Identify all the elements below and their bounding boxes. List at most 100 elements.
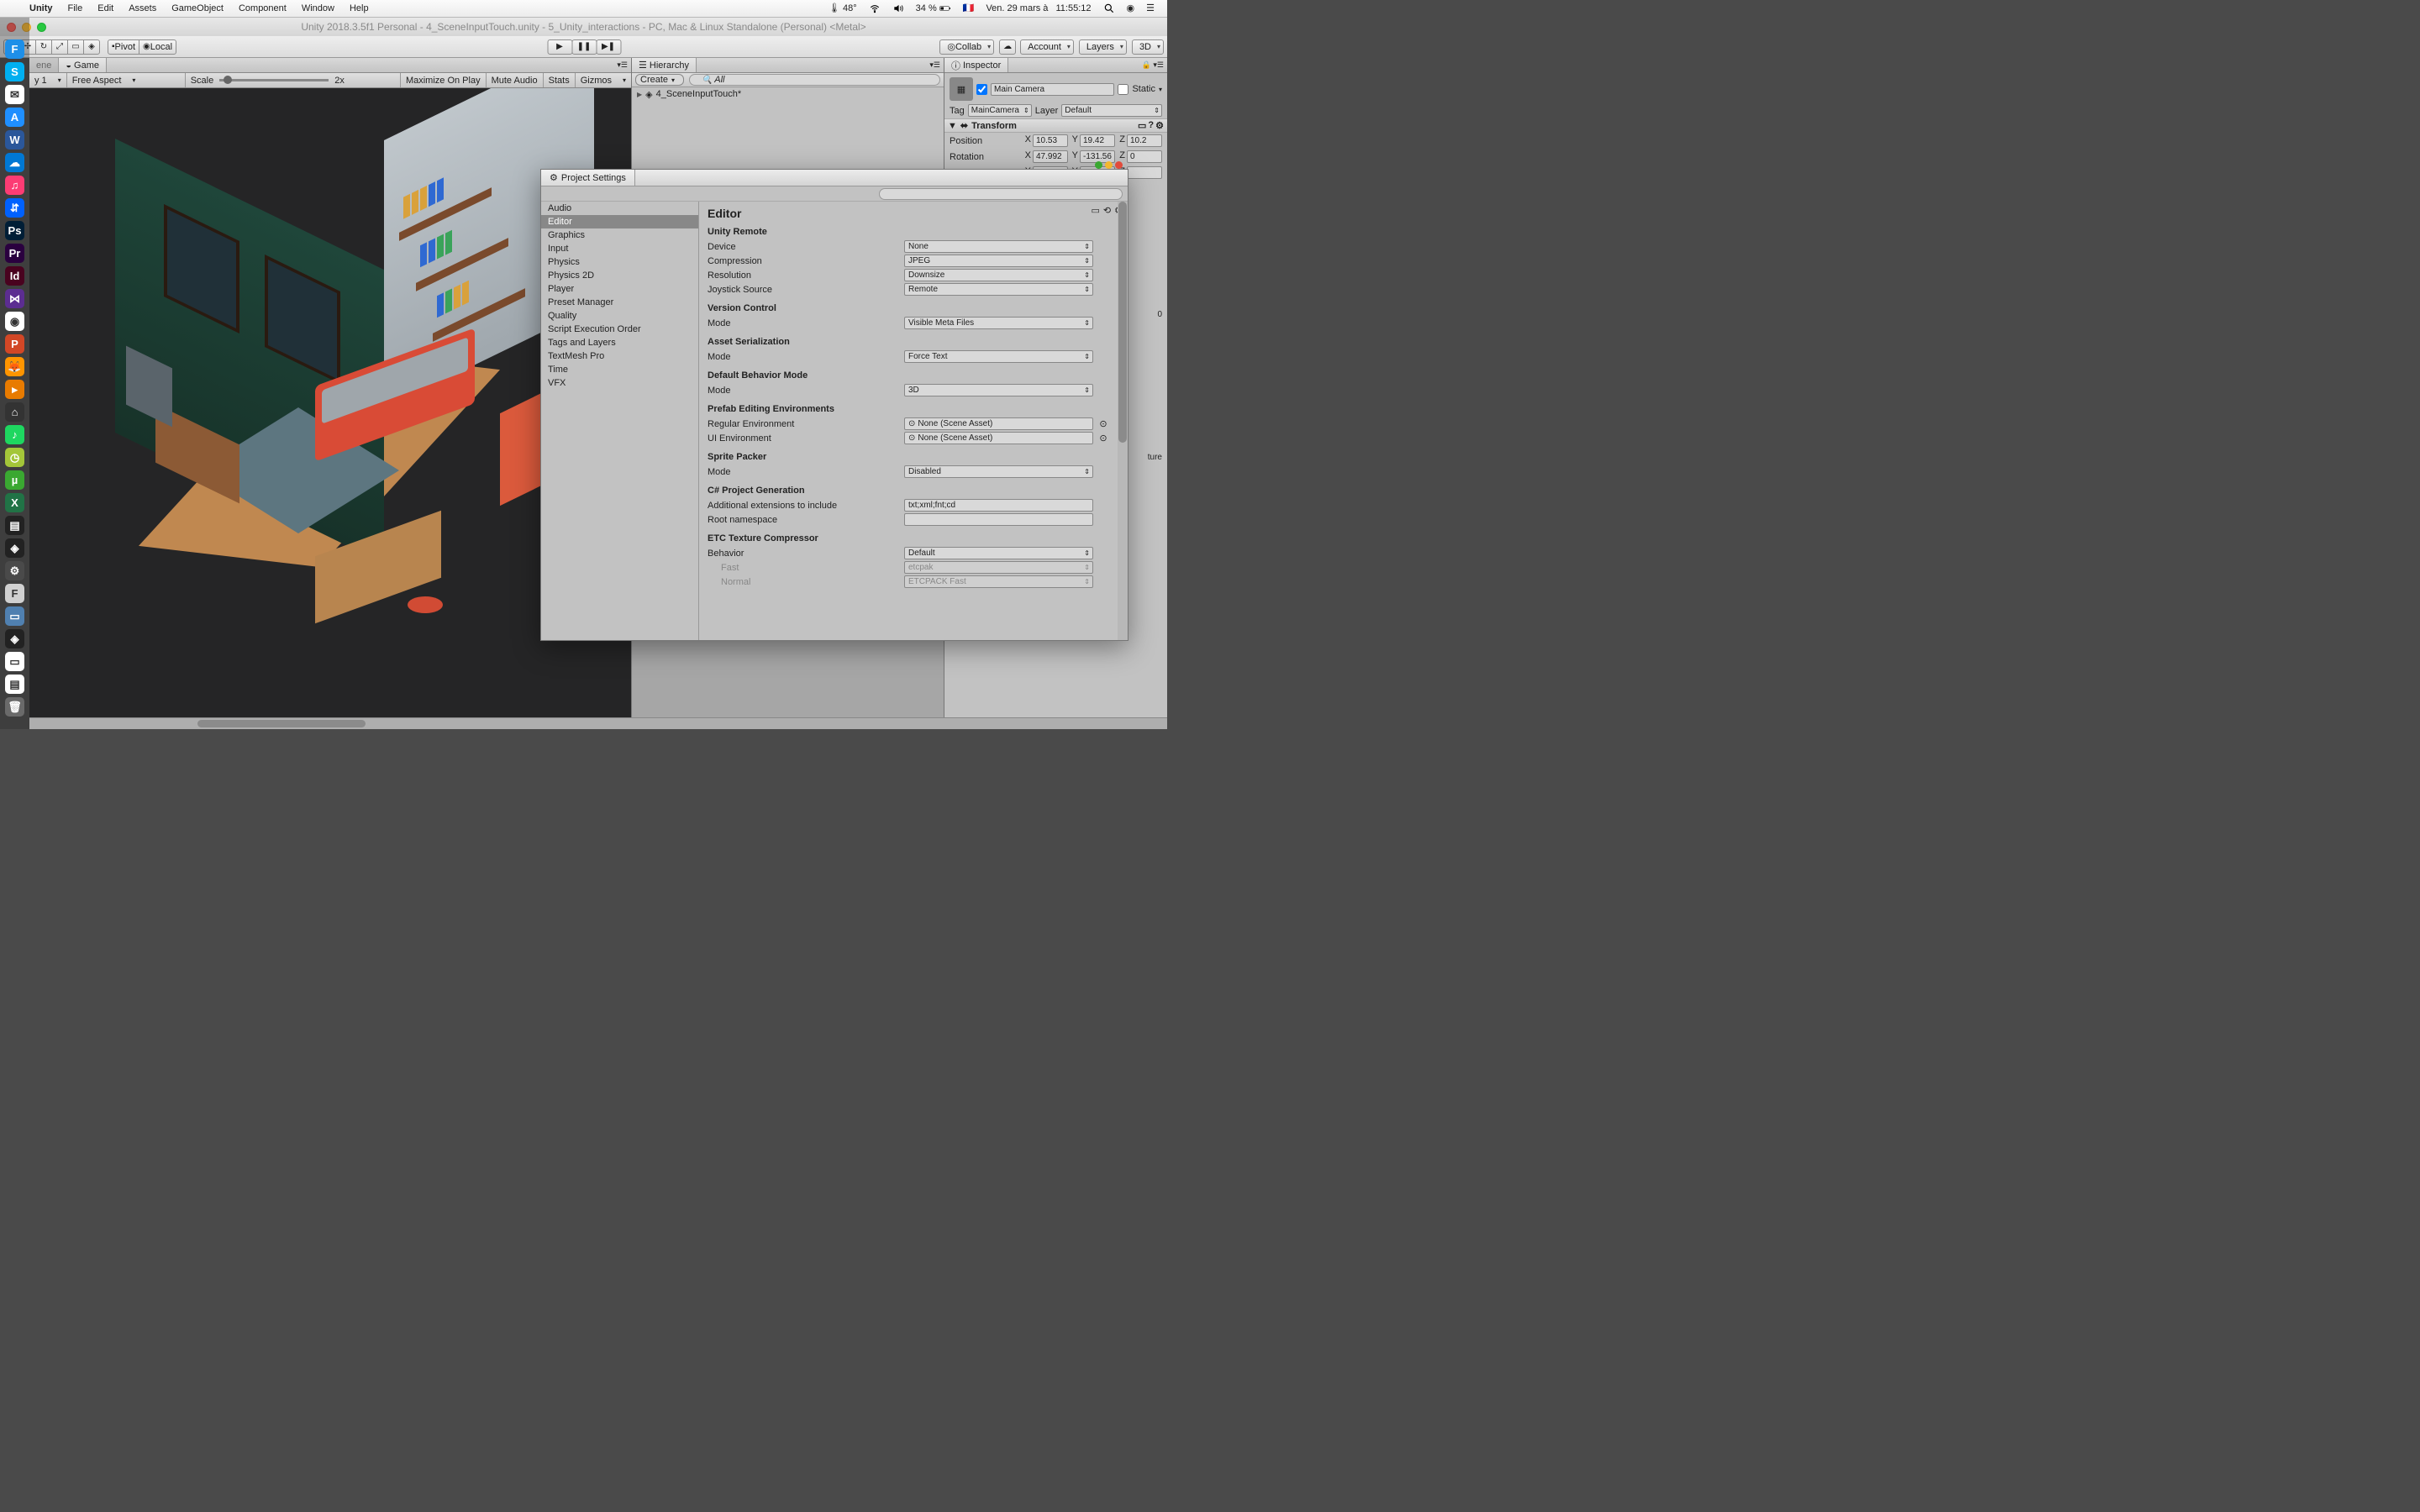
layer-dropdown[interactable]: Default <box>1061 104 1162 117</box>
dock-app-28[interactable]: ▤ <box>5 675 24 694</box>
notification-center-icon[interactable]: ☰ <box>1140 0 1160 18</box>
ps-field[interactable]: JPEG <box>904 255 1093 267</box>
dock-app-27[interactable]: ▭ <box>5 652 24 671</box>
rotate-tool[interactable]: ↻ <box>35 39 52 55</box>
status-flag[interactable]: 🇫🇷 <box>957 0 981 18</box>
ps-preset-icon[interactable]: ▭ <box>1092 205 1100 216</box>
volume-icon[interactable] <box>886 3 910 14</box>
rot-x[interactable]: 47.992 <box>1033 150 1068 163</box>
ps-field[interactable]: Force Text <box>904 350 1093 363</box>
dock-app-20[interactable]: X <box>5 493 24 512</box>
pos-z[interactable]: 10.2 <box>1127 134 1162 147</box>
ps-field[interactable]: None (Scene Asset) <box>904 432 1093 444</box>
menu-gameobject[interactable]: GameObject <box>164 0 231 18</box>
ps-cat-tags-and-layers[interactable]: Tags and Layers <box>541 336 698 349</box>
dock-app-13[interactable]: P <box>5 334 24 354</box>
ps-cat-player[interactable]: Player <box>541 282 698 296</box>
ps-cat-input[interactable]: Input <box>541 242 698 255</box>
collab-dropdown[interactable]: ◎ Collab <box>939 39 994 55</box>
ps-cat-preset-manager[interactable]: Preset Manager <box>541 296 698 309</box>
hierarchy-options[interactable]: ▾☰ <box>926 60 944 70</box>
gameobject-name[interactable]: Main Camera <box>991 83 1114 96</box>
tab-game[interactable]: ◒ Game <box>59 58 107 72</box>
dock-app-5[interactable]: ☁ <box>5 153 24 172</box>
ps-field[interactable]: None (Scene Asset) <box>904 417 1093 430</box>
inspector-options[interactable]: 🔒 ▾☰ <box>1139 60 1167 70</box>
layers-dropdown[interactable]: Layers <box>1079 39 1127 55</box>
mute-toggle[interactable]: Mute Audio <box>487 73 543 87</box>
scl-z[interactable] <box>1127 166 1162 179</box>
ps-cat-textmesh-pro[interactable]: TextMesh Pro <box>541 349 698 363</box>
reset-icon[interactable]: ▭ <box>1138 120 1146 131</box>
maximize-toggle[interactable]: Maximize On Play <box>401 73 486 87</box>
menu-assets[interactable]: Assets <box>121 0 164 18</box>
ps-max[interactable] <box>1115 161 1123 169</box>
dock-app-23[interactable]: ⚙ <box>5 561 24 580</box>
static-checkbox[interactable] <box>1118 84 1128 95</box>
dock-app-9[interactable]: Pr <box>5 244 24 263</box>
wifi-icon[interactable] <box>863 3 886 14</box>
cloud-button[interactable]: ☁ <box>999 39 1016 55</box>
project-hscroll[interactable] <box>29 717 1167 729</box>
scale-tool[interactable]: ⤢ <box>51 39 68 55</box>
tab-hierarchy[interactable]: ☰ Hierarchy <box>632 58 697 72</box>
dock-app-3[interactable]: A <box>5 108 24 127</box>
dock-app-4[interactable]: W <box>5 130 24 150</box>
ps-field[interactable]: None <box>904 240 1093 253</box>
gear-icon[interactable]: ⚙ <box>1155 120 1164 131</box>
dock-app-12[interactable]: ◉ <box>5 312 24 331</box>
ps-field[interactable]: 3D <box>904 384 1093 396</box>
layout-dropdown[interactable]: 3D <box>1132 39 1164 55</box>
ps-cat-physics[interactable]: Physics <box>541 255 698 269</box>
app-menu[interactable]: Unity <box>22 0 60 18</box>
tab-options[interactable]: ▾☰ <box>613 60 631 70</box>
active-checkbox[interactable] <box>976 84 987 95</box>
dock-app-8[interactable]: Ps <box>5 221 24 240</box>
dock-app-17[interactable]: ♪ <box>5 425 24 444</box>
dock-app-7[interactable]: ⇵ <box>5 198 24 218</box>
display-dropdown[interactable]: y 1 <box>29 73 66 87</box>
siri-icon[interactable]: ◉ <box>1121 0 1141 18</box>
ps-close[interactable] <box>1095 161 1102 169</box>
ps-cat-quality[interactable]: Quality <box>541 309 698 323</box>
ps-tab[interactable]: ⚙Project Settings <box>541 170 635 186</box>
ps-field[interactable]: Remote <box>904 283 1093 296</box>
local-toggle[interactable]: ◉ Local <box>139 39 176 55</box>
ps-field[interactable]: Disabled <box>904 465 1093 478</box>
pos-y[interactable]: 19.42 <box>1080 134 1115 147</box>
status-datetime[interactable]: Ven. 29 mars à 11:55:12 <box>980 0 1097 18</box>
ps-cat-script-execution-order[interactable]: Script Execution Order <box>541 323 698 336</box>
dock-app-21[interactable]: ▤ <box>5 516 24 535</box>
scale-slider[interactable]: Scale 2x <box>186 73 350 87</box>
dock-app-22[interactable]: ◈ <box>5 538 24 558</box>
ps-cat-audio[interactable]: Audio <box>541 202 698 215</box>
ps-search[interactable] <box>879 188 1123 200</box>
aspect-dropdown[interactable]: Free Aspect <box>67 73 185 87</box>
ps-cat-time[interactable]: Time <box>541 363 698 376</box>
pos-x[interactable]: 10.53 <box>1033 134 1068 147</box>
dock-app-0[interactable]: F <box>5 39 24 59</box>
tab-scene[interactable]: ene <box>29 58 59 72</box>
dock-app-26[interactable]: ◈ <box>5 629 24 648</box>
dock-app-19[interactable]: µ <box>5 470 24 490</box>
ps-field[interactable]: Visible Meta Files <box>904 317 1093 329</box>
object-picker-icon[interactable]: ⊙ <box>1098 418 1108 429</box>
spotlight-icon[interactable] <box>1097 3 1121 14</box>
account-dropdown[interactable]: Account <box>1020 39 1074 55</box>
dock-app-15[interactable]: ▸ <box>5 380 24 399</box>
tab-inspector[interactable]: ⓘ Inspector <box>944 58 1008 72</box>
rot-z[interactable]: 0 <box>1127 150 1162 163</box>
menu-component[interactable]: Component <box>231 0 294 18</box>
menu-edit[interactable]: Edit <box>90 0 121 18</box>
ps-field[interactable] <box>904 513 1093 526</box>
ps-field[interactable]: txt;xml;fnt;cd <box>904 499 1093 512</box>
status-temp[interactable]: 🌡48° <box>823 0 863 18</box>
object-picker-icon[interactable]: ⊙ <box>1098 433 1108 444</box>
dock-app-11[interactable]: ⋈ <box>5 289 24 308</box>
step-button[interactable]: ▶❚ <box>596 39 621 55</box>
dock-app-18[interactable]: ◷ <box>5 448 24 467</box>
ps-cat-physics-2d[interactable]: Physics 2D <box>541 269 698 282</box>
gizmos-dropdown[interactable]: Gizmos <box>576 73 631 87</box>
dock-app-16[interactable]: ⌂ <box>5 402 24 422</box>
unified-tool[interactable]: ◈ <box>83 39 100 55</box>
